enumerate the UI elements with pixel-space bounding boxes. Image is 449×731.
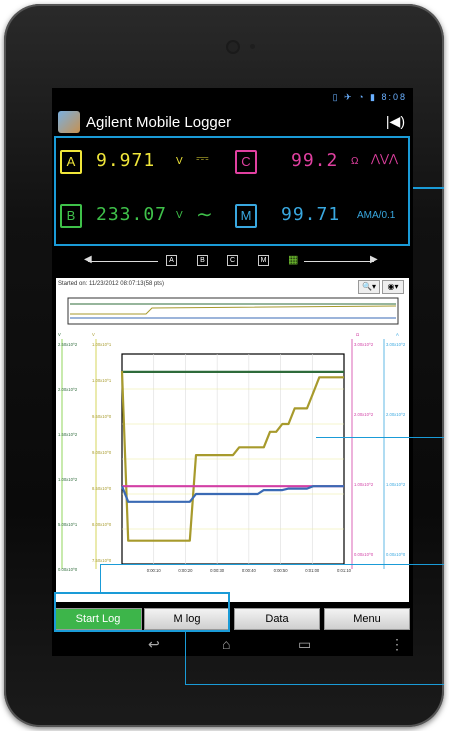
chip-c[interactable]: C (227, 255, 238, 266)
ac-icon: ∼ (196, 204, 213, 226)
callout-button-box (54, 592, 230, 632)
view-control[interactable]: ◉▾ (382, 280, 404, 294)
status-time: 8:08 (381, 92, 407, 102)
home-icon[interactable]: ⌂ (222, 636, 230, 652)
tick-inner: 9.00x10^0 (92, 450, 112, 455)
right-arrow[interactable] (304, 261, 374, 262)
tick-left: 5.00x10^1 (58, 522, 78, 527)
front-camera (228, 42, 238, 52)
axis-letter-cyan: A (396, 332, 399, 337)
tick-left: 0.00x10^0 (58, 567, 78, 572)
zoom-control[interactable]: 🔍▾ (358, 280, 380, 294)
chart-svg: V V Ω A 2.50x10^2 2.00x10^2 1.50x10^2 1.00x10^2… (58, 297, 406, 573)
grid-icon[interactable]: ▦ (288, 253, 298, 266)
tick-inner: 8.50x10^0 (92, 486, 112, 491)
meter-c[interactable]: C 99.2 Ω ⋀⋁⋀ (231, 146, 409, 176)
meter-c-value: 99.2 (291, 150, 339, 171)
tick-left: 1.00x10^2 (58, 477, 78, 482)
meter-a-badge: A (60, 150, 82, 174)
tablet-device: ▯ ✈ ◔ ▮ 8:08 Agilent Mobile Logger |◀) A… (4, 4, 444, 727)
tick-cyan: 2.00x10^2 (386, 412, 406, 417)
meter-c-unit: Ω (351, 156, 359, 167)
axis-letter-pink: Ω (356, 332, 359, 337)
tick-pink: 0.00x10^0 (354, 552, 374, 557)
tick-left: 2.00x10^2 (58, 387, 78, 392)
status-icons: ▯ ✈ ◔ ▮ 8:08 (332, 92, 407, 102)
resistor-icon: ⋀⋁⋀ (371, 153, 399, 165)
tick-x: 0:00:10 (147, 568, 162, 573)
left-arrow-icon: ◀ (84, 254, 92, 265)
app-icon (58, 111, 80, 133)
meter-b-value: 233.07 (96, 204, 168, 225)
chip-a[interactable]: A (166, 255, 177, 266)
menu-button[interactable]: Menu (324, 608, 410, 630)
meter-selector-row: ◀ A B C M ▦ ▶ (52, 252, 413, 270)
tick-pink: 2.00x10^2 (354, 412, 374, 417)
tick-left: 2.50x10^2 (58, 342, 78, 347)
meter-m-value: 99.71 (281, 204, 341, 225)
app-title: Agilent Mobile Logger (86, 114, 232, 131)
meter-b-badge: B (60, 204, 82, 228)
data-button[interactable]: Data (234, 608, 320, 630)
meter-m-unit: AMA/0.1 (357, 210, 396, 221)
tick-inner: 8.00x10^0 (92, 522, 112, 527)
meter-a-unit: V (176, 156, 183, 167)
tick-inner: 7.50x10^0 (92, 558, 112, 563)
callout-line-mlog (185, 684, 444, 685)
tick-x: 0:00:50 (274, 568, 289, 573)
overview-box (67, 297, 399, 325)
meter-b[interactable]: B 233.07 V ∼ (56, 200, 236, 230)
tick-pink: 3.00x10^2 (354, 342, 374, 347)
title-bar: Agilent Mobile Logger |◀) (52, 108, 413, 136)
tick-x: 0:00:40 (242, 568, 257, 573)
recents-icon[interactable]: ▭ (298, 636, 311, 653)
axis-letter-left: V (58, 332, 61, 337)
callout-line-axis (100, 564, 444, 565)
tick-inner: 9.50x10^0 (92, 414, 112, 419)
screen: ▯ ✈ ◔ ▮ 8:08 Agilent Mobile Logger |◀) A… (52, 88, 413, 656)
tick-inner: 1.00x10^1 (92, 378, 112, 383)
plot-panel[interactable]: Started on: 11/23/2012 08:07:13(58 pts) … (56, 278, 409, 602)
tick-x: 0:01:00 (305, 568, 320, 573)
dc-icon: ⎓ (196, 150, 209, 167)
callout-line-plot (316, 437, 444, 438)
callout-line-mlog-v (185, 632, 186, 684)
sensor (250, 44, 255, 49)
speaker-icon[interactable]: |◀) (386, 113, 405, 130)
left-arrow[interactable] (88, 261, 158, 262)
tick-pink: 1.00x10^2 (354, 482, 374, 487)
right-arrow-icon: ▶ (370, 254, 378, 265)
tick-inner: 1.00x10^1 (92, 342, 112, 347)
back-icon[interactable]: ↩ (148, 636, 160, 653)
meter-c-badge: C (235, 150, 257, 174)
meter-panel: A 9.971 V ⎓ C 99.2 Ω ⋀⋁⋀ B 233.07 V ∼ M (54, 136, 410, 246)
tick-cyan: 1.00x10^2 (386, 482, 406, 487)
meter-m[interactable]: M 99.71 AMA/0.1 (231, 200, 409, 230)
tick-x: 0:01:10 (337, 568, 352, 573)
overflow-icon[interactable]: ⋮ (390, 636, 404, 653)
chip-b[interactable]: B (197, 255, 208, 266)
callout-line-axis-v (100, 564, 101, 594)
tick-cyan: 3.00x10^2 (386, 342, 406, 347)
meter-b-unit: V (176, 210, 183, 221)
tick-x: 0:00:30 (210, 568, 225, 573)
tick-cyan: 0.00x10^0 (386, 552, 406, 557)
meter-a[interactable]: A 9.971 V ⎓ (56, 146, 236, 176)
meter-a-value: 9.971 (96, 150, 156, 171)
chip-m[interactable]: M (258, 255, 269, 266)
meter-m-badge: M (235, 204, 257, 228)
started-label: Started on: 11/23/2012 08:07:13(58 pts) (58, 281, 164, 287)
tick-left: 1.50x10^2 (58, 432, 78, 437)
system-nav-bar: ↩ ⌂ ▭ ⋮ (52, 636, 413, 656)
axis-letter-inner: V (92, 332, 95, 337)
status-bar: ▯ ✈ ◔ ▮ 8:08 (52, 88, 413, 108)
callout-line-meters (413, 187, 444, 189)
tick-x: 0:00:20 (178, 568, 193, 573)
